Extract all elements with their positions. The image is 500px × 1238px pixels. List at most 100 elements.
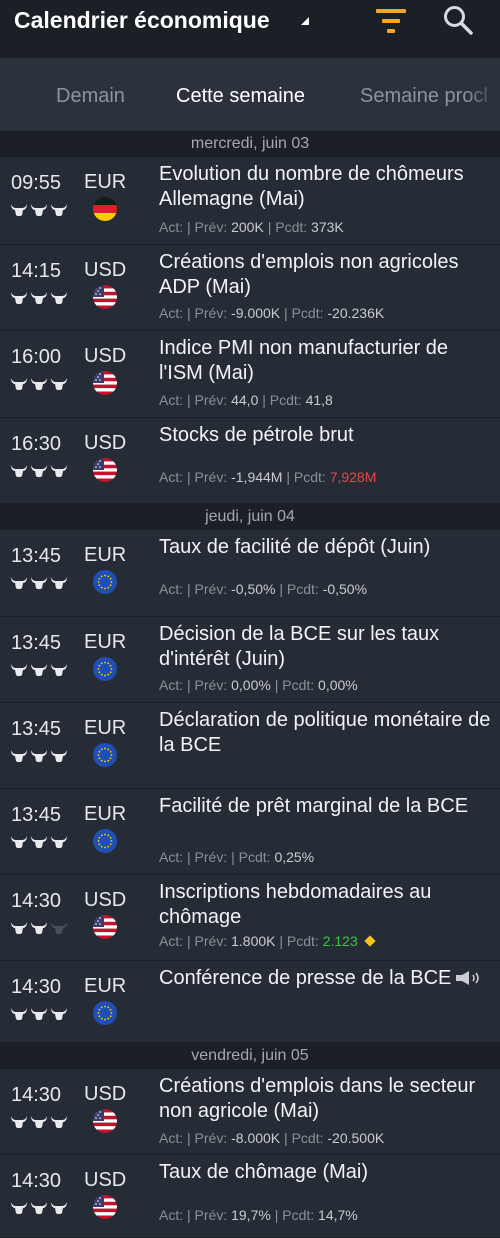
forecast-label: | Prév: — [187, 1130, 228, 1146]
forecast-value: 1.800K — [231, 933, 276, 949]
importance-rating — [10, 835, 70, 849]
event-row[interactable]: 09:55 EUR Evolution du nombre de chômeurs … — [0, 157, 500, 245]
speaker-icon — [455, 968, 485, 985]
bull-icon — [10, 921, 28, 935]
previous-label: | Pcdt: — [284, 305, 324, 321]
day-header: mercredi, juin 03 — [0, 131, 500, 157]
eu-flag-icon — [93, 829, 117, 853]
forecast-value: 19,7% — [231, 1207, 271, 1223]
tab-cette-semaine[interactable]: Cette semaine — [176, 84, 305, 108]
importance-rating — [10, 1007, 70, 1021]
bull-icon — [10, 835, 28, 849]
bull-icon — [50, 749, 68, 763]
event-title-text: Inscriptions hebdomadaires au chômage — [159, 881, 432, 928]
bull-icon — [30, 291, 48, 305]
bull-icon — [10, 1007, 28, 1021]
germany-flag-icon — [93, 197, 117, 221]
previous-value: 0,25% — [274, 849, 315, 865]
previous-value: 7,928M — [329, 469, 377, 485]
actual-label: Act: — [159, 219, 184, 235]
actual-label: Act: — [159, 849, 184, 865]
previous-label: | Pcdt: — [279, 933, 319, 949]
forecast-label: | Prév: — [187, 219, 228, 235]
event-title-text: Taux de facilité de dépôt (Juin) — [159, 536, 431, 558]
actual-label: Act: — [159, 581, 184, 597]
event-title-text: Facilité de prêt marginal de la BCE — [159, 795, 469, 817]
caret-down-icon[interactable] — [301, 17, 309, 25]
bull-icon — [30, 464, 48, 478]
event-time: 16:00 — [11, 346, 62, 368]
event-row[interactable]: 13:45 EUR Facilité de prêt marginal de la … — [0, 789, 500, 875]
bull-icon — [10, 1115, 28, 1129]
bull-icon — [30, 749, 48, 763]
search-icon[interactable] — [442, 4, 474, 36]
bull-icon — [30, 835, 48, 849]
bull-icon — [50, 576, 68, 590]
actual-label: Act: — [159, 469, 184, 485]
event-title: Décision de la BCE sur les taux d'intérê… — [159, 622, 495, 672]
importance-rating — [10, 291, 70, 305]
bull-icon — [50, 377, 68, 391]
event-row[interactable]: 14:30 EUR Conférence de presse de la BCE — [0, 961, 500, 1043]
previous-label: | Pcdt: — [274, 677, 315, 693]
event-row[interactable]: 13:45 EUR Taux de facilité de dépôt (Juin)… — [0, 530, 500, 617]
forecast-label: | Prév: — [187, 305, 228, 321]
usa-flag-icon — [93, 371, 117, 395]
event-title: Créations d'emplois dans le secteur non … — [159, 1074, 495, 1124]
filter-icon[interactable] — [374, 6, 408, 36]
usa-flag-icon — [93, 1195, 117, 1219]
app-title[interactable]: Calendrier économique — [14, 6, 270, 34]
importance-rating — [10, 377, 70, 391]
actual-label: Act: — [159, 933, 184, 949]
event-title: Indice PMI non manufacturier de l'ISM (M… — [159, 336, 495, 386]
event-row[interactable]: 14:15 USD Créations d'emplois non agricole… — [0, 245, 500, 331]
event-currency: EUR — [84, 544, 127, 566]
bull-icon — [30, 921, 48, 935]
event-time: 14:15 — [11, 260, 62, 282]
event-currency: EUR — [84, 171, 127, 193]
event-title: Créations d'emplois non agricoles ADP (M… — [159, 250, 495, 300]
event-currency: USD — [84, 345, 127, 367]
event-row[interactable]: 16:00 USD Indice PMI non manufacturier de … — [0, 331, 500, 418]
tab-fade-right — [466, 58, 500, 130]
event-meta: Act: | Prév: -8.000K | Pcdt: -20.500K — [159, 1129, 384, 1147]
event-title-text: Stocks de pétrole brut — [159, 424, 354, 446]
event-currency: USD — [84, 259, 127, 281]
event-row[interactable]: 14:30 USD Inscriptions hebdomadaires au ch… — [0, 875, 500, 961]
bull-icon — [10, 749, 28, 763]
bull-icon — [10, 377, 28, 391]
bull-icon — [30, 377, 48, 391]
usa-flag-icon — [93, 915, 117, 939]
event-title-text: Déclaration de politique monétaire de la… — [159, 709, 491, 756]
forecast-label: | Prév: — [187, 469, 228, 485]
event-row[interactable]: 14:30 USD Taux de chômage (Mai) Act: | Prév… — [0, 1155, 500, 1238]
bull-icon — [50, 1007, 68, 1021]
event-row[interactable]: 13:45 EUR Décision de la BCE sur les taux … — [0, 617, 500, 703]
event-title-text: Créations d'emplois non agricoles ADP (M… — [159, 251, 459, 298]
event-currency: USD — [84, 432, 127, 454]
bull-icon — [50, 663, 68, 677]
importance-rating — [10, 921, 70, 935]
event-time: 14:30 — [11, 1084, 62, 1106]
event-title: Facilité de prêt marginal de la BCE — [159, 794, 495, 819]
event-row[interactable]: 13:45 EUR Déclaration de politique monétai… — [0, 703, 500, 789]
event-row[interactable]: 14:30 USD Créations d'emplois dans le sect… — [0, 1069, 500, 1155]
event-time: 16:30 — [11, 433, 62, 455]
previous-value: -20.500K — [327, 1130, 385, 1146]
forecast-value: 44,0 — [231, 392, 259, 408]
event-title: Déclaration de politique monétaire de la… — [159, 708, 495, 758]
event-title-text: Décision de la BCE sur les taux d'intérê… — [159, 623, 440, 670]
event-time: 13:45 — [11, 632, 62, 654]
event-time: 13:45 — [11, 804, 62, 826]
forecast-label: | Prév: — [187, 392, 228, 408]
bull-icon — [10, 663, 28, 677]
period-tabs: i Demain Cette semaine Semaine procl — [0, 58, 500, 130]
event-row[interactable]: 16:30 USD Stocks de pétrole brut Act: | Pré… — [0, 418, 500, 504]
event-currency: EUR — [84, 975, 127, 997]
event-currency: EUR — [84, 803, 127, 825]
event-title: Taux de facilité de dépôt (Juin) — [159, 535, 495, 560]
tab-demain[interactable]: Demain — [56, 84, 125, 108]
day-header: jeudi, juin 04 — [0, 504, 500, 530]
bull-icon — [10, 464, 28, 478]
bull-icon — [10, 576, 28, 590]
